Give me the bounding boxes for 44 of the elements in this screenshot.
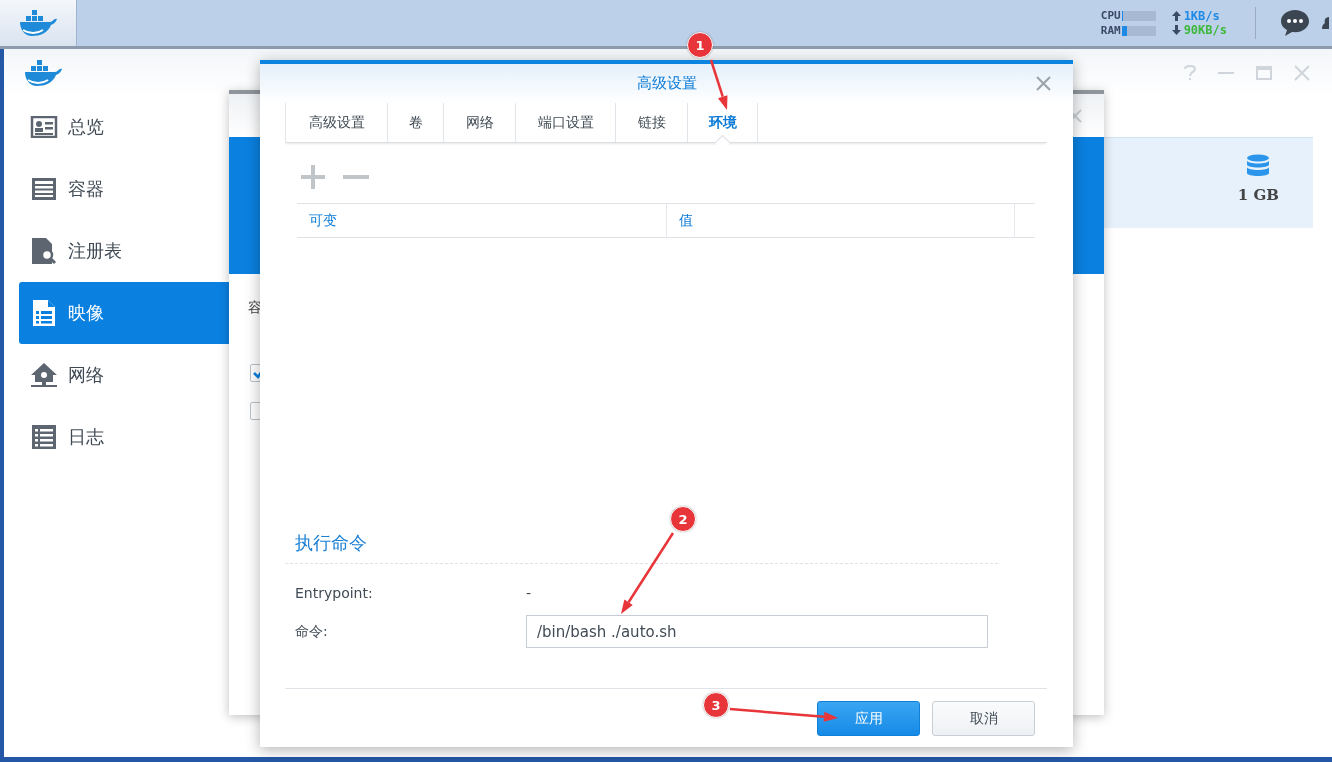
image-file-icon xyxy=(30,299,58,327)
sidebar-item[interactable]: 总览 xyxy=(19,96,229,158)
sidebar-item[interactable]: 网络 xyxy=(19,344,229,406)
down-arrow-icon xyxy=(1171,25,1181,35)
whale-icon xyxy=(22,57,64,88)
cpu-label: CPU xyxy=(1100,9,1121,22)
tab[interactable]: 链接 xyxy=(615,103,687,142)
overview-icon xyxy=(30,116,58,138)
tab[interactable]: 卷 xyxy=(387,103,443,142)
ram-label: RAM xyxy=(1100,24,1121,37)
container-icon xyxy=(30,177,58,201)
database-icon xyxy=(1246,154,1271,178)
chat-bubble-icon[interactable] xyxy=(1280,9,1310,37)
field-value: - xyxy=(526,584,532,601)
sidebar-item[interactable]: 容器 xyxy=(19,158,229,220)
storage-size: 1 GB xyxy=(1237,186,1279,204)
maximize-icon[interactable] xyxy=(1256,65,1272,80)
docker-app-button[interactable] xyxy=(0,0,77,46)
registry-search-icon xyxy=(30,237,58,265)
field-label: Entrypoint: xyxy=(295,584,374,601)
input-field[interactable]: /bin/bash ./auto.sh xyxy=(526,615,988,648)
label-text: 容 xyxy=(248,299,263,317)
column-header[interactable]: 可变 xyxy=(297,204,667,237)
download-speed: 90KB/s xyxy=(1183,23,1227,37)
upload-speed: 1KB/s xyxy=(1183,9,1221,23)
whale-icon xyxy=(17,8,59,38)
dialog-title: 高级设置 xyxy=(636,74,697,93)
tab[interactable]: 端口设置 xyxy=(515,103,615,142)
tab[interactable]: 网络 xyxy=(443,103,515,142)
cancel-button[interactable]: 取消 xyxy=(932,701,1035,736)
minimize-icon[interactable] xyxy=(1218,71,1234,74)
section-title: 执行命令 xyxy=(285,531,998,564)
sidebar-item[interactable]: 映像 xyxy=(19,282,229,344)
sidebar-item[interactable]: 日志 xyxy=(19,406,229,468)
annotation-arrow xyxy=(709,59,728,110)
log-list-icon xyxy=(30,424,58,450)
sidebar-item[interactable]: 注册表 xyxy=(19,220,229,282)
add-icon[interactable] xyxy=(301,165,325,189)
tab[interactable]: 高级设置 xyxy=(285,103,387,142)
network-icon xyxy=(30,362,58,388)
up-arrow-icon xyxy=(1171,11,1181,21)
help-icon[interactable] xyxy=(1184,64,1196,81)
field-label: 命令: xyxy=(295,622,329,641)
column-header[interactable]: 值 xyxy=(667,204,1015,237)
